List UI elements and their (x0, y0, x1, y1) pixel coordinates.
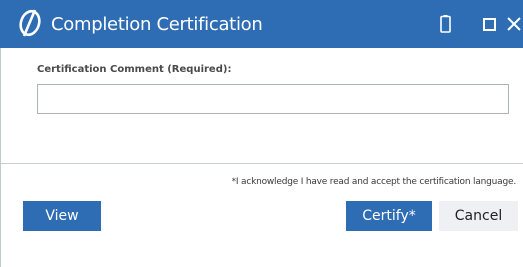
view-button[interactable]: View (23, 201, 101, 231)
cancel-button[interactable]: Cancel (439, 201, 518, 231)
dialog-title: Completion Certification (51, 14, 263, 35)
certify-button[interactable]: Certify* (346, 201, 432, 231)
maximize-icon[interactable] (483, 18, 496, 31)
completion-certification-dialog: Completion Certification Certification C… (0, 0, 523, 267)
phone-icon[interactable] (440, 15, 451, 33)
certification-comment-label: Certification Comment (Required): (37, 64, 232, 75)
close-icon[interactable] (506, 15, 523, 33)
certification-comment-input[interactable] (37, 84, 509, 114)
footer-divider (1, 163, 523, 164)
title-bar[interactable]: Completion Certification (0, 0, 523, 48)
acknowledgement-text: *I acknowledge I have read and accept th… (231, 177, 517, 187)
app-logo-icon (19, 9, 41, 37)
